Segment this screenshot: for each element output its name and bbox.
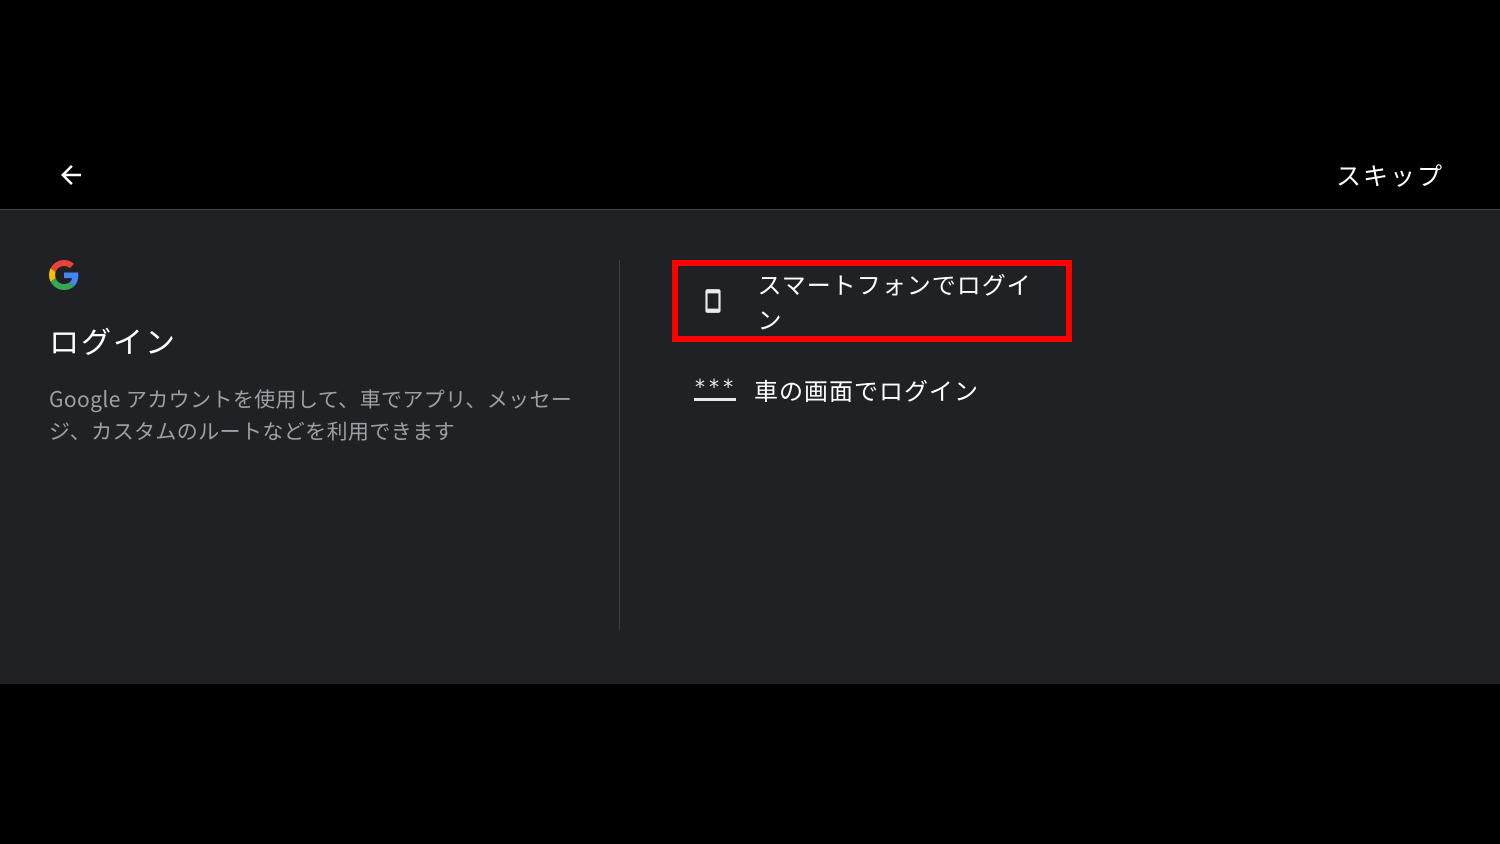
- right-panel: スマートフォンでログイン *** 車の画面でログイン: [620, 260, 1500, 684]
- password-icon: ***: [694, 377, 754, 401]
- bottom-letterbox: [0, 684, 1500, 844]
- skip-button[interactable]: スキップ: [1336, 157, 1444, 193]
- content-area: ログイン Google アカウントを使用して、車でアプリ、メッセージ、カスタムの…: [0, 210, 1500, 684]
- google-logo-icon: [49, 260, 79, 290]
- header-bar: スキップ: [0, 140, 1500, 210]
- signin-smartphone-label: スマートフォンでログイン: [757, 266, 1044, 336]
- back-arrow-icon: [56, 160, 86, 190]
- page-description: Google アカウントを使用して、車でアプリ、メッセージ、カスタムのルートなど…: [49, 384, 589, 447]
- signin-smartphone-option[interactable]: スマートフォンでログイン: [672, 260, 1072, 342]
- page-title: ログイン: [49, 318, 619, 362]
- top-letterbox: [0, 0, 1500, 140]
- back-button[interactable]: [56, 160, 86, 190]
- smartphone-icon: [700, 283, 757, 319]
- signin-car-screen-option[interactable]: *** 車の画面でログイン: [672, 348, 1072, 430]
- signin-car-screen-label: 車の画面でログイン: [754, 372, 979, 407]
- left-panel: ログイン Google アカウントを使用して、車でアプリ、メッセージ、カスタムの…: [0, 260, 620, 630]
